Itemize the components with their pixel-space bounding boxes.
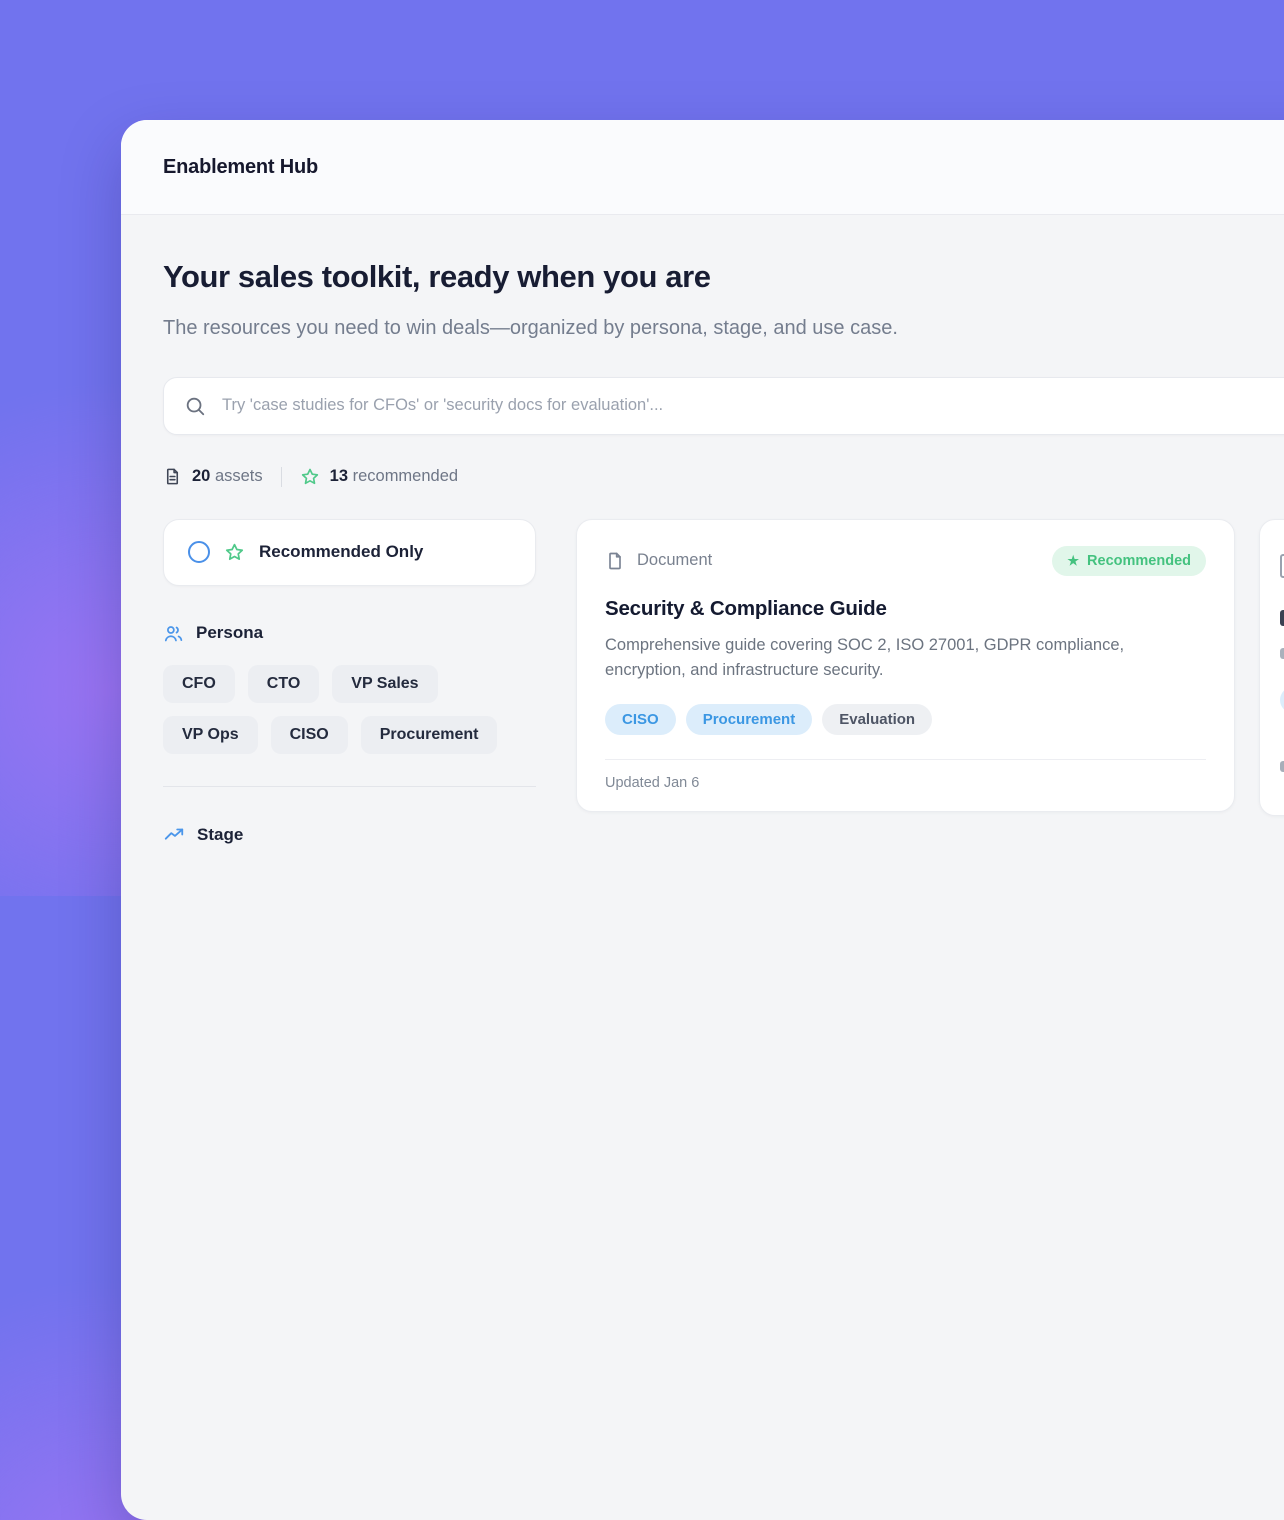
asset-type: Document xyxy=(605,551,712,571)
content-grid: Recommended Only Persona CFO CTO VP Sales V… xyxy=(163,519,1284,846)
persona-section-header: Persona xyxy=(163,623,536,644)
recommended-stat: 13 recommended xyxy=(300,467,458,487)
radio-circle-icon[interactable] xyxy=(188,541,210,563)
asset-updated: Updated Jan 6 xyxy=(605,759,1206,811)
assets-label: assets xyxy=(215,467,263,485)
asset-card-security-compliance-guide[interactable]: Document ★ Recommended Security & Compli… xyxy=(576,519,1235,812)
enablement-hub-panel: Enablement Hub Your sales toolkit, ready… xyxy=(121,120,1284,1520)
persona-chips: CFO CTO VP Sales VP Ops CISO Procurement xyxy=(163,665,536,754)
recommended-count: 13 xyxy=(330,467,348,485)
app-title: Enablement Hub xyxy=(163,156,318,179)
asset-description-fragment xyxy=(1280,648,1284,659)
page-subtitle: The resources you need to win deals—orga… xyxy=(163,313,975,345)
search-icon xyxy=(184,395,206,417)
recommended-only-label: Recommended Only xyxy=(259,542,423,562)
persona-chip[interactable]: Procurement xyxy=(361,716,498,754)
page-title: Your sales toolkit, ready when you are xyxy=(163,259,1284,295)
asset-description: Comprehensive guide covering SOC 2, ISO … xyxy=(605,633,1177,684)
search-bar[interactable] xyxy=(163,377,1284,435)
recommended-label: recommended xyxy=(353,467,458,485)
star-outline-icon xyxy=(224,542,245,563)
persona-chip[interactable]: CFO xyxy=(163,665,235,703)
persona-chip[interactable]: CTO xyxy=(248,665,319,703)
asset-title-fragment xyxy=(1280,610,1284,626)
asset-updated-fragment xyxy=(1280,761,1284,772)
panel-header: Enablement Hub xyxy=(121,120,1284,215)
asset-tag-fragment xyxy=(1280,687,1284,713)
star-outline-icon xyxy=(300,467,320,487)
card-header-row: Document ★ Recommended xyxy=(605,546,1206,576)
search-input[interactable] xyxy=(220,395,1284,416)
asset-type-label: Document xyxy=(637,551,712,570)
recommended-only-toggle[interactable]: Recommended Only xyxy=(163,519,536,586)
persona-chip[interactable]: VP Ops xyxy=(163,716,258,754)
asset-card-partial[interactable] xyxy=(1259,519,1284,816)
file-icon xyxy=(163,467,182,486)
persona-chip[interactable]: VP Sales xyxy=(332,665,437,703)
stats-row: 20 assets 13 recommended xyxy=(163,467,1284,487)
recommended-badge: ★ Recommended xyxy=(1052,546,1206,576)
recommended-badge-label: Recommended xyxy=(1087,553,1191,569)
sidebar-divider xyxy=(163,786,536,787)
filters-sidebar: Recommended Only Persona CFO CTO VP Sales V… xyxy=(163,519,536,846)
asset-tags: CISO Procurement Evaluation xyxy=(605,704,1206,735)
users-icon xyxy=(163,623,184,644)
asset-tag[interactable]: CISO xyxy=(605,704,676,735)
stats-divider xyxy=(281,467,282,487)
main-content: Your sales toolkit, ready when you are T… xyxy=(121,215,1284,846)
star-filled-icon: ★ xyxy=(1067,554,1079,567)
asset-tag[interactable]: Procurement xyxy=(686,704,813,735)
trending-up-icon xyxy=(163,824,185,846)
persona-chip[interactable]: CISO xyxy=(271,716,348,754)
asset-tag[interactable]: Evaluation xyxy=(822,704,932,735)
assets-count: 20 xyxy=(192,467,210,485)
asset-cards: Document ★ Recommended Security & Compli… xyxy=(576,519,1284,816)
persona-section-label: Persona xyxy=(196,623,263,643)
assets-stat: 20 assets xyxy=(163,467,263,486)
stage-section-label: Stage xyxy=(197,825,243,845)
document-icon xyxy=(605,551,625,571)
stage-section-header: Stage xyxy=(163,824,536,846)
document-icon xyxy=(1280,554,1284,578)
asset-title: Security & Compliance Guide xyxy=(605,597,1206,621)
